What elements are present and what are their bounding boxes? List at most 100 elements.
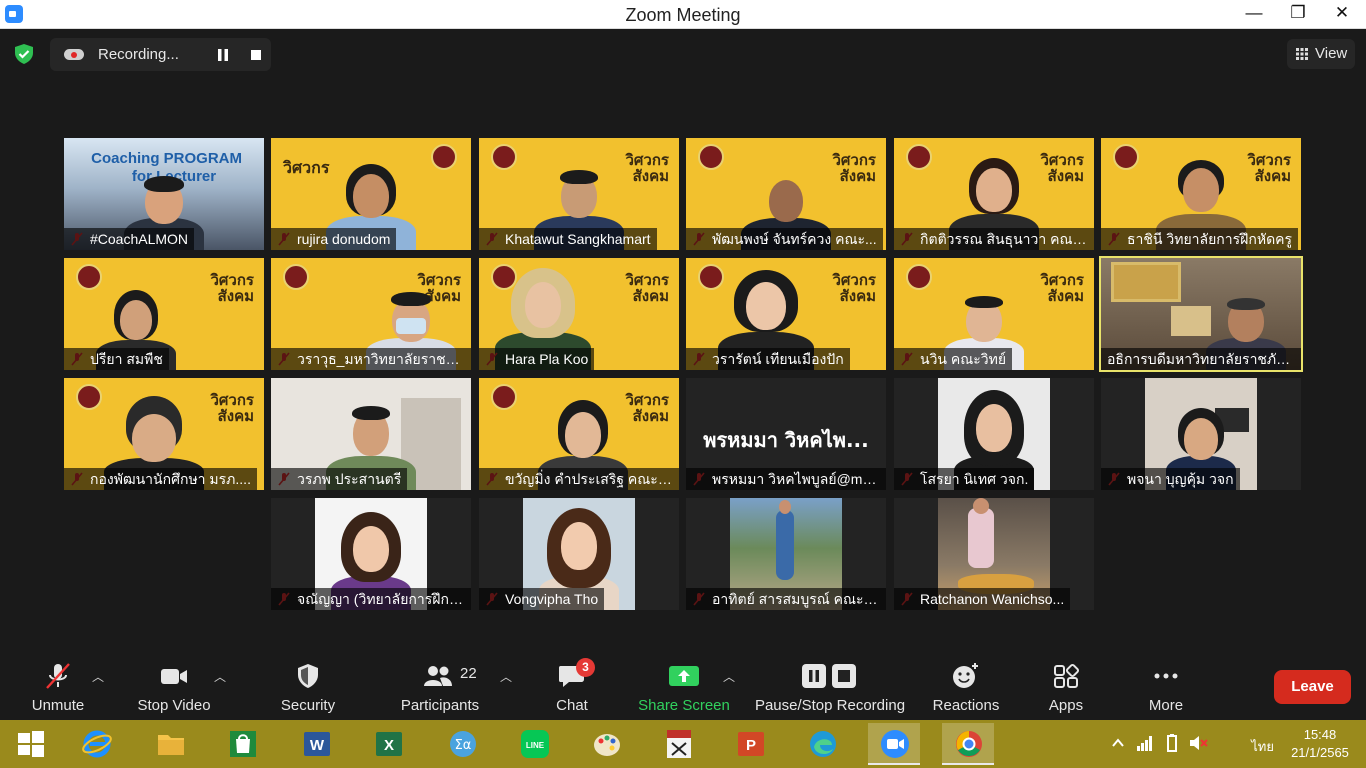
zoom-icon: [881, 730, 909, 758]
video-tile[interactable]: วิศวกร rujira donudom: [271, 138, 471, 250]
taskbar-paint[interactable]: [580, 723, 632, 765]
video-tile[interactable]: จณัญญา (วิทยาลัยการฝึกหั...: [271, 498, 471, 610]
video-tile[interactable]: วิศวกร สังคม Khatawut Sangkhamart: [479, 138, 679, 250]
view-button[interactable]: View: [1287, 39, 1355, 69]
participant-name: อธิการบดีมหาวิทยาลัยราชภัฏ...: [1101, 348, 1301, 370]
video-tile[interactable]: วิศวกร สังคม Hara Pla Koo: [479, 258, 679, 370]
taskbar-calculator[interactable]: Σα: [436, 723, 488, 765]
taskbar-internet-explorer[interactable]: [70, 723, 122, 765]
video-tile[interactable]: วิศวกร สังคม พัฒนพงษ์ จันทร์ควง คณะ...: [686, 138, 886, 250]
lisrel-icon: [667, 730, 691, 758]
network-signal-icon[interactable]: [1136, 734, 1154, 752]
video-tile[interactable]: วิศวกร สังคม วรารัตน์ เทียนเมืองปัก: [686, 258, 886, 370]
participant-name: จณัญญา (วิทยาลัยการฝึกหั...: [271, 588, 471, 610]
university-crest-icon: [76, 264, 102, 290]
volume-muted-icon[interactable]: [1188, 733, 1208, 753]
university-crest-icon: [906, 264, 932, 290]
start-button[interactable]: [4, 723, 56, 765]
video-tile[interactable]: วิศวกร สังคม ปรียา สมพืช: [64, 258, 264, 370]
taskbar-file-explorer[interactable]: [144, 723, 196, 765]
wall-frame: [1171, 306, 1211, 336]
video-tile-no-video[interactable]: พรหมมา วิหคไพ... พรหมมา วิหคไพบูลย์@ma..…: [686, 378, 886, 490]
participant-name: ธาชินี วิทยาลัยการฝึกหัดครู: [1101, 228, 1299, 250]
excel-icon: X: [376, 732, 402, 756]
chat-unread-badge: 3: [576, 658, 595, 677]
video-tile[interactable]: พจนา บุญคุ้ม วจก: [1101, 378, 1301, 490]
show-hidden-icons-icon[interactable]: [1112, 738, 1124, 748]
pause-stop-recording-button[interactable]: Pause/Stop Recording: [752, 648, 908, 720]
window-title: Zoom Meeting: [625, 5, 741, 25]
video-tile[interactable]: วรภพ ประสานตรี: [271, 378, 471, 490]
svg-text:X: X: [384, 737, 394, 754]
security-button[interactable]: Security: [268, 648, 348, 720]
taskbar-line[interactable]: LINE: [508, 723, 560, 765]
view-label: View: [1315, 45, 1348, 62]
taskbar-store[interactable]: [216, 723, 268, 765]
minimize-button[interactable]: —: [1232, 0, 1276, 28]
apps-button[interactable]: Apps: [1032, 648, 1100, 720]
meeting-area: Recording... View Coaching PROGRAM for L…: [0, 29, 1366, 720]
video-tile[interactable]: Ratchanon Wanichso...: [894, 498, 1094, 610]
video-options-caret[interactable]: ︿: [214, 668, 226, 685]
university-crest-icon: [491, 144, 517, 170]
video-tile[interactable]: อาทิตย์ สารสมบูรณ์ คณะวิ...: [686, 498, 886, 610]
folder-icon: [158, 735, 184, 755]
math-calculator-icon: Σα: [450, 731, 476, 757]
taskbar-powerpoint[interactable]: P: [724, 723, 776, 765]
stop-recording-icon[interactable]: [247, 46, 265, 64]
video-tile[interactable]: วิศวกร สังคม กิตติวรรณ สินธุนาวา คณะ...: [894, 138, 1094, 250]
pause-recording-icon[interactable]: [214, 46, 232, 64]
leave-meeting-button[interactable]: Leave: [1274, 670, 1351, 704]
chat-button[interactable]: Chat: [540, 648, 604, 720]
background-logo: วิศวกร สังคม: [625, 271, 669, 305]
taskbar-clock[interactable]: 15:48 21/1/2565: [1290, 726, 1350, 762]
participant-name: Hara Pla Koo: [479, 348, 595, 370]
video-tile[interactable]: วิศวกร สังคม วราวุธ_มหาวิทยาลัยราชภั...: [271, 258, 471, 370]
clock-time: 15:48: [1303, 727, 1337, 742]
participant-name: rujira donudom: [271, 228, 397, 250]
participant-name: นวิน คณะวิทย์: [894, 348, 1013, 370]
university-crest-icon: [431, 144, 457, 170]
video-tile[interactable]: วิศวกร สังคม ธาชินี วิทยาลัยการฝึกหัดครู: [1101, 138, 1301, 250]
video-tile[interactable]: วิศวกร สังคม ขวัญมิ่ง คำประเสริฐ คณะวิ...: [479, 378, 679, 490]
video-tile-active-speaker[interactable]: อธิการบดีมหาวิทยาลัยราชภัฏ...: [1099, 256, 1303, 372]
svg-text:Σα: Σα: [455, 738, 472, 753]
close-window-button[interactable]: ✕: [1320, 0, 1364, 28]
stop-video-button[interactable]: Stop Video: [132, 648, 216, 720]
meeting-controls-toolbar: Unmute ︿ Stop Video ︿ Security Participa…: [0, 648, 1366, 720]
participant-name: ขวัญมิ่ง คำประเสริฐ คณะวิ...: [479, 468, 679, 490]
video-tile[interactable]: Vongvipha Tho: [479, 498, 679, 610]
grid-view-icon: [1296, 48, 1308, 60]
taskbar-zoom[interactable]: [868, 723, 920, 765]
unmute-button[interactable]: Unmute: [20, 648, 96, 720]
taskbar-word[interactable]: W: [290, 723, 342, 765]
window-titlebar: Zoom Meeting — ❐ ✕: [0, 0, 1366, 29]
participants-icon: [424, 666, 452, 686]
participants-options-caret[interactable]: ︿: [500, 668, 512, 685]
participants-button[interactable]: Participants: [396, 648, 484, 720]
windows-taskbar: W X Σα LINE P ไทย 15:48 21/1/2565: [0, 720, 1366, 768]
video-tile[interactable]: วิศวกร สังคม นวิน คณะวิทย์: [894, 258, 1094, 370]
participant-name: Vongvipha Tho: [479, 588, 605, 610]
audio-options-caret[interactable]: ︿: [92, 668, 104, 685]
pause-stop-icon: [802, 664, 856, 688]
battery-icon[interactable]: [1162, 733, 1182, 753]
encryption-shield-icon[interactable]: [12, 42, 36, 66]
background-logo: วิศวกร สังคม: [210, 271, 254, 305]
taskbar-chrome[interactable]: [942, 723, 994, 765]
video-tile[interactable]: วิศวกร สังคม กองพัฒนานักศึกษา มรภ....: [64, 378, 264, 490]
reactions-button[interactable]: Reactions: [926, 648, 1006, 720]
more-button[interactable]: More: [1132, 648, 1200, 720]
share-options-caret[interactable]: ︿: [723, 668, 735, 685]
input-language-indicator[interactable]: ไทย: [1251, 736, 1274, 757]
participant-name: Khatawut Sangkhamart: [479, 228, 657, 250]
video-tile[interactable]: Coaching PROGRAM for Lecturer #CoachALMO…: [64, 138, 264, 250]
video-tile[interactable]: โสรยา นิเทศ วจก.: [894, 378, 1094, 490]
taskbar-excel[interactable]: X: [362, 723, 414, 765]
apps-icon: [1054, 663, 1080, 688]
taskbar-lisrel[interactable]: [652, 723, 704, 765]
share-screen-button[interactable]: Share Screen: [636, 648, 732, 720]
chrome-icon: [956, 731, 982, 757]
maximize-button[interactable]: ❐: [1276, 0, 1320, 28]
taskbar-edge[interactable]: [796, 723, 848, 765]
